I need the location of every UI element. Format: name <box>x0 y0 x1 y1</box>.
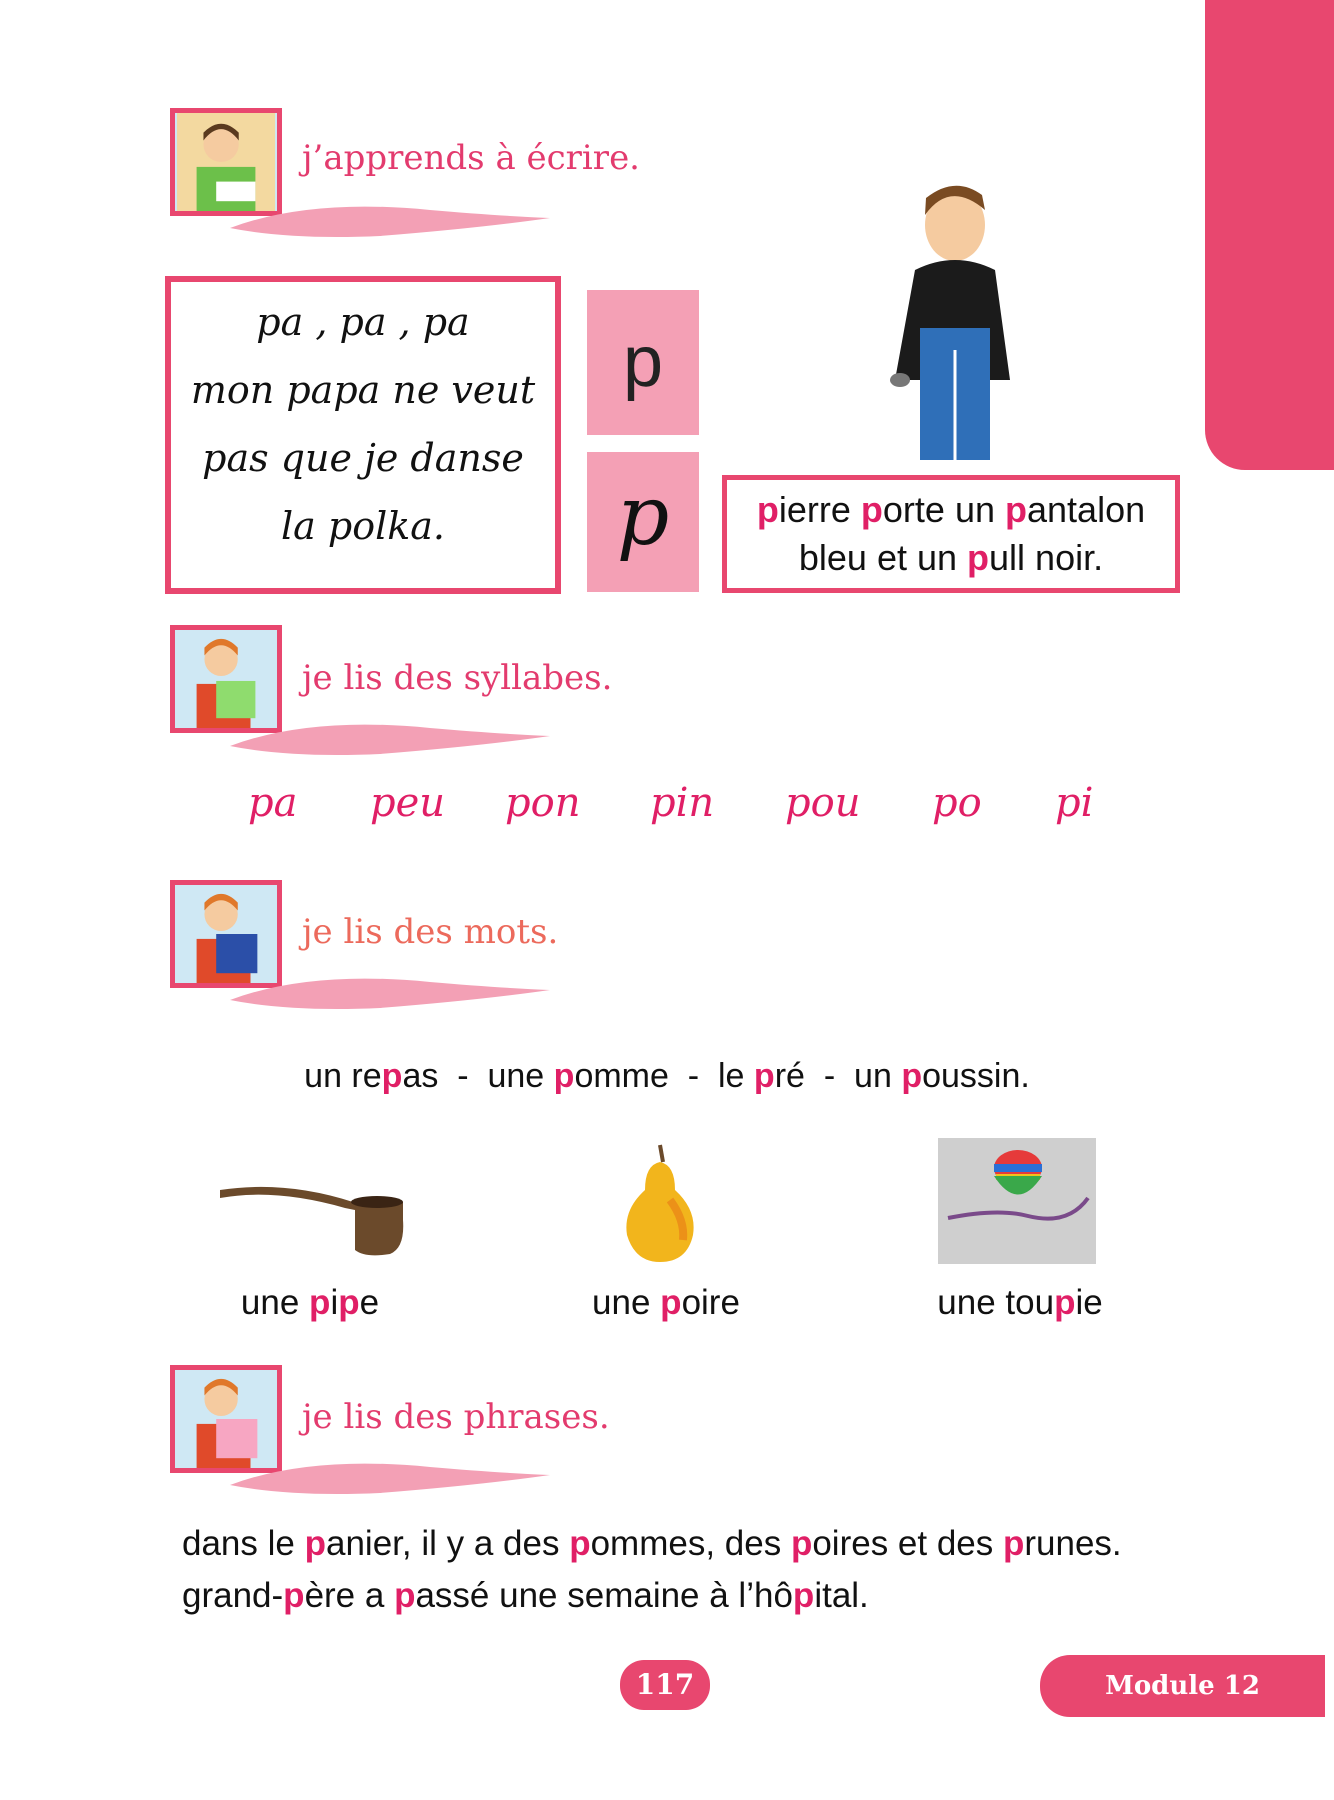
letter-print-box: p <box>587 290 699 435</box>
text-segment: orte un <box>882 489 1005 530</box>
highlighted-letter: p <box>1054 1283 1076 1322</box>
pear-illustration <box>626 1144 694 1262</box>
sentence-line-1: pierre porte un pantalon <box>727 486 1175 534</box>
highlighted-letter: p <box>338 1283 360 1322</box>
highlighted-letter: p <box>1005 489 1027 530</box>
text-segment: oires et des <box>812 1524 1003 1563</box>
syllable: pou <box>785 780 861 826</box>
text-segment: ère a <box>304 1576 395 1615</box>
header-swoosh <box>230 1463 550 1494</box>
syllable: pa <box>248 780 298 826</box>
section-title-writing: j’apprends à écrire. <box>302 138 640 178</box>
highlighted-letter: p <box>553 1057 575 1095</box>
highlighted-letter: p <box>753 1057 775 1095</box>
cursive-text-box: pa , pa , pa mon papa ne veut pas que je… <box>165 276 561 594</box>
highlighted-letter: p <box>660 1283 682 1322</box>
pipe-illustration <box>220 1186 404 1256</box>
header-swoosh <box>230 724 550 755</box>
section-title-words: je lis des mots. <box>302 912 559 952</box>
highlighted-letter: p <box>304 1524 326 1563</box>
phrase-line: grand-père a passé une semaine à l’hôpit… <box>182 1570 1122 1622</box>
module-label: Module 12 <box>1040 1655 1325 1717</box>
syllable: pon <box>505 780 581 826</box>
boy-pierre-illustration <box>890 185 1010 460</box>
cursive-line-2: mon papa ne veut <box>190 368 536 412</box>
text-segment: ré - un <box>774 1057 902 1095</box>
highlighted-letter: p <box>309 1283 331 1322</box>
text-segment: assé une semaine à l’hô <box>415 1576 793 1615</box>
caption-toupie: une toupie <box>870 1283 1170 1323</box>
text-segment: un re <box>304 1057 382 1095</box>
text-segment: dans le <box>182 1524 305 1563</box>
highlighted-letter: p <box>967 537 990 578</box>
syllable: po <box>932 780 982 826</box>
highlighted-letter: p <box>756 489 779 530</box>
text-segment: omme - le <box>574 1057 754 1095</box>
text-segment: une tou <box>937 1283 1055 1322</box>
words-line: un repas - une pomme - le pré - un pouss… <box>0 1057 1334 1096</box>
phrases-block: dans le panier, il y a des pommes, des p… <box>182 1518 1122 1622</box>
cursive-line-3: pas que je danse <box>202 436 524 480</box>
text-segment: runes. <box>1024 1524 1122 1563</box>
text-segment: anier, il y a des <box>325 1524 570 1563</box>
text-segment: ull noir. <box>989 537 1104 578</box>
text-segment: ommes, des <box>590 1524 791 1563</box>
caption-pipe: une pipe <box>160 1283 460 1323</box>
syllable: pi <box>1055 780 1094 826</box>
highlighted-letter: p <box>381 1057 403 1095</box>
cursive-line-4: la polka. <box>280 504 445 548</box>
syllable: peu <box>370 780 446 826</box>
text-segment: e <box>359 1283 380 1322</box>
sentence-box: pierre porte un pantalon bleu et un pull… <box>722 475 1180 593</box>
header-swoosh <box>230 978 550 1009</box>
text-segment: bleu et un <box>798 537 968 578</box>
text-segment: ital. <box>814 1576 869 1615</box>
text-segment: ie <box>1075 1283 1103 1322</box>
text-segment: une <box>592 1283 661 1322</box>
highlighted-letter: p <box>860 489 883 530</box>
phrase-line: dans le panier, il y a des pommes, des p… <box>182 1518 1122 1570</box>
syllable: pin <box>650 780 715 826</box>
text-segment: ierre <box>778 489 861 530</box>
text-segment: antalon <box>1027 489 1146 530</box>
highlighted-letter: p <box>901 1057 923 1095</box>
syllables-row: pa peu pon pin pou po pi <box>0 780 1334 860</box>
sentence-line-2: bleu et un pull noir. <box>727 534 1175 582</box>
highlighted-letter: p <box>792 1576 815 1615</box>
highlighted-letter: p <box>283 1576 305 1615</box>
text-segment: oussin. <box>922 1057 1030 1095</box>
text-segment: grand- <box>182 1576 284 1615</box>
spinning-top-illustration <box>938 1138 1096 1264</box>
highlighted-letter: p <box>790 1524 813 1563</box>
text-segment: as - une <box>402 1057 554 1095</box>
caption-poire: une poire <box>516 1283 816 1323</box>
side-tab-decoration <box>1205 0 1334 470</box>
highlighted-letter: p <box>1002 1524 1025 1563</box>
text-segment: une <box>240 1283 310 1322</box>
cursive-line-1: pa , pa , pa <box>256 300 470 344</box>
page-number: 117 <box>620 1660 710 1710</box>
highlighted-letter: p <box>569 1524 591 1563</box>
letter-script-box: p <box>587 452 699 592</box>
section-title-syllables: je lis des syllabes. <box>302 658 613 698</box>
header-swoosh <box>230 206 550 237</box>
highlighted-letter: p <box>394 1576 416 1615</box>
section-title-phrases: je lis des phrases. <box>302 1397 610 1437</box>
text-segment: oire <box>681 1283 740 1322</box>
